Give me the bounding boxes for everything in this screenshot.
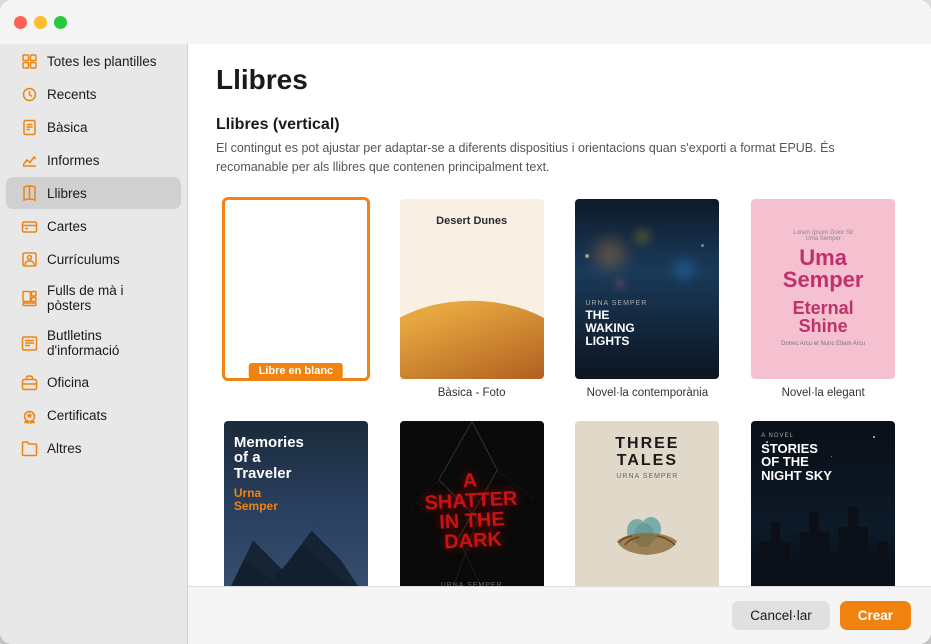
sidebar-item-office[interactable]: Oficina <box>6 366 181 398</box>
sidebar-item-cards[interactable]: Cartes <box>6 210 181 242</box>
template-thumb-blank: Libre en blanc <box>222 197 370 381</box>
sidebar-item-reports[interactable]: Informes <box>6 144 181 176</box>
titlebar <box>0 0 931 44</box>
template-thumb-shatter: ASHATTERIN THEDARK URNA SEMPER <box>398 419 546 603</box>
template-thumb-desert-dunes: Desert Dunes <box>398 197 546 381</box>
clock-icon <box>20 85 38 103</box>
blank-badge: Libre en blanc <box>249 363 344 379</box>
folder-icon <box>20 439 38 457</box>
sidebar-label: Currículums <box>47 252 120 267</box>
template-thumb-memories: Memoriesof aTraveler UrnaSemper <box>222 419 370 603</box>
sidebar-item-basic[interactable]: Bàsica <box>6 111 181 143</box>
main-content: Llibres Llibres (vertical) El contingut … <box>188 44 931 644</box>
poster-icon <box>20 289 38 307</box>
template-waking-lights[interactable]: Urna Semper THEWAKINGLIGHTS Novel·la con… <box>568 197 728 399</box>
page-title: Llibres <box>216 64 903 96</box>
sidebar-item-recents[interactable]: Recents <box>6 78 181 110</box>
sidebar-label: Totes les plantilles <box>47 54 157 69</box>
sidebar-label: Certificats <box>47 408 107 423</box>
sidebar-label: Bàsica <box>47 120 88 135</box>
sidebar-label: Llibres <box>47 186 87 201</box>
template-eternal[interactable]: Lorem Ipsum Dolor SitUma Semper UmaSempe… <box>743 197 903 399</box>
section-description: El contingut es pot ajustar per adaptar-… <box>216 139 896 177</box>
template-desert-dunes[interactable]: Desert Dunes Bàsica - Foto <box>392 197 552 399</box>
briefcase-icon <box>20 373 38 391</box>
newsletter-icon <box>20 334 38 352</box>
sidebar-label: Recents <box>47 87 97 102</box>
traffic-lights <box>14 16 67 29</box>
template-thumb-waking-lights: Urna Semper THEWAKINGLIGHTS <box>573 197 721 381</box>
sidebar-item-handouts[interactable]: Fulls de mà i pòsters <box>6 276 181 320</box>
grid-icon <box>20 52 38 70</box>
app-window: Totes les plantilles Recents <box>0 0 931 644</box>
doc-icon <box>20 118 38 136</box>
sidebar-label: Butlletins d'informació <box>47 328 167 358</box>
template-thumb-three-tales: THREETALES URNA SEMPER <box>573 419 721 603</box>
section-title: Llibres (vertical) <box>216 116 903 134</box>
cancel-button[interactable]: Cancel·lar <box>732 601 830 630</box>
sidebar-label: Fulls de mà i pòsters <box>47 283 167 313</box>
minimize-button[interactable] <box>34 16 47 29</box>
person-icon <box>20 250 38 268</box>
sidebar-label: Oficina <box>47 375 89 390</box>
sidebar-item-newsletters[interactable]: Butlletins d'informació <box>6 321 181 365</box>
bottom-bar: Cancel·lar Crear <box>188 586 931 644</box>
template-thumb-eternal: Lorem Ipsum Dolor SitUma Semper UmaSempe… <box>749 197 897 381</box>
sidebar-label: Altres <box>47 441 82 456</box>
blank-preview <box>225 200 367 378</box>
sidebar-item-all-templates[interactable]: Totes les plantilles <box>6 45 181 77</box>
sidebar-label: Cartes <box>47 219 87 234</box>
close-button[interactable] <box>14 16 27 29</box>
templates-grid: Libre en blanc Desert Dunes Bàsica - Fot… <box>216 197 903 644</box>
template-thumb-night-sky: A Novel STORIESOF THENIGHT SKY URNA SEMP… <box>749 419 897 603</box>
book-icon <box>20 184 38 202</box>
maximize-button[interactable] <box>54 16 67 29</box>
chart-icon <box>20 151 38 169</box>
card-icon <box>20 217 38 235</box>
sidebar-item-books[interactable]: Llibres <box>6 177 181 209</box>
main-panel: ‹ Llibres Llibres (vertical) El contingu… <box>188 0 931 644</box>
template-label-eternal: Novel·la elegant <box>782 387 865 399</box>
sidebar: Totes les plantilles Recents <box>0 0 188 644</box>
sidebar-item-curriculums[interactable]: Currículums <box>6 243 181 275</box>
certificate-icon <box>20 406 38 424</box>
sidebar-item-certificates[interactable]: Certificats <box>6 399 181 431</box>
sidebar-item-others[interactable]: Altres <box>6 432 181 464</box>
template-label-desert-dunes: Bàsica - Foto <box>438 387 506 399</box>
sidebar-label: Informes <box>47 153 100 168</box>
create-button[interactable]: Crear <box>840 601 911 630</box>
template-blank[interactable]: Libre en blanc <box>216 197 376 399</box>
template-label-waking-lights: Novel·la contemporània <box>587 387 708 399</box>
